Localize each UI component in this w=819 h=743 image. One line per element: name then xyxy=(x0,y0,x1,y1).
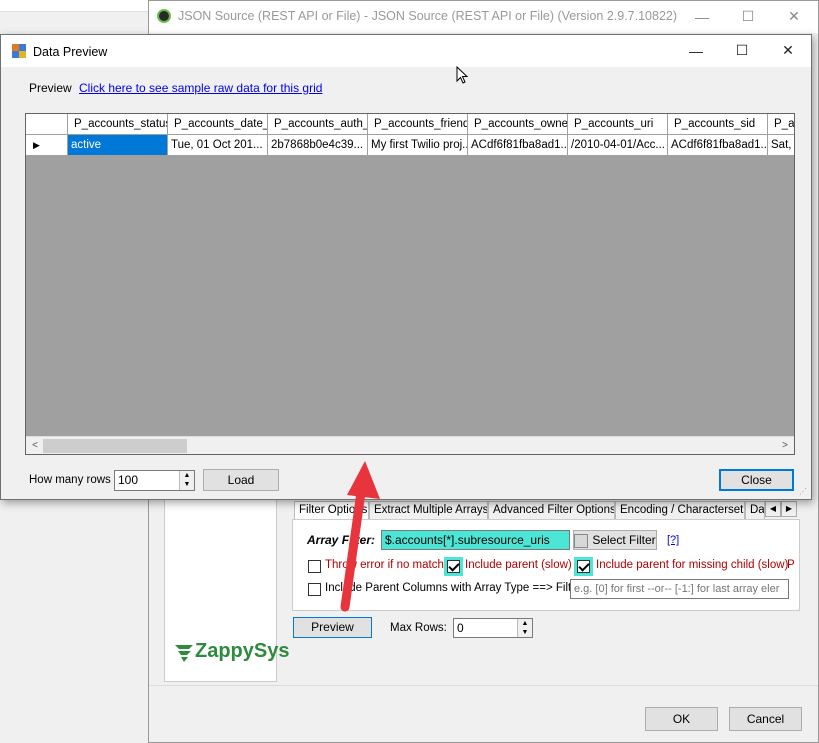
grid-cell[interactable]: Sat, xyxy=(768,135,794,156)
include-parent-label: Include parent (slow) xyxy=(465,559,572,571)
select-filter-icon xyxy=(574,533,589,548)
preview-button[interactable]: Preview xyxy=(293,617,372,638)
bg-minimize-button[interactable]: — xyxy=(679,2,725,31)
include-parent-columns-checkbox[interactable] xyxy=(308,583,321,596)
grid-cell[interactable]: ACdf6f81fba8ad1... xyxy=(668,135,768,156)
zappysys-logo-text: ZappySys xyxy=(195,640,290,662)
data-preview-dialog: Data Preview — ☐ ✕ Preview Click here to… xyxy=(0,34,812,500)
include-parent-checkbox[interactable] xyxy=(447,560,460,573)
mouse-cursor-icon xyxy=(456,66,469,84)
load-button[interactable]: Load xyxy=(203,469,279,491)
scrollbar-thumb[interactable] xyxy=(43,439,187,453)
select-filter-button[interactable]: Select Filter xyxy=(573,530,657,550)
include-parent-missing-checkbox[interactable] xyxy=(577,560,590,573)
zappysys-logo: ZappySys xyxy=(173,639,289,669)
scroll-left-arrow-icon[interactable]: < xyxy=(28,438,42,454)
array-filter-input[interactable]: $.accounts[*].subresource_uris xyxy=(381,530,570,550)
truncated-p-label: P xyxy=(787,559,795,571)
tab-encoding-characterset[interactable]: Encoding / Characterset xyxy=(615,501,745,519)
tab-scroll-left-button[interactable]: ◀ xyxy=(765,501,781,517)
grid-column-header[interactable]: P_accounts_auth_t xyxy=(268,114,368,135)
preview-label: Preview xyxy=(29,81,72,95)
grid-column-header[interactable]: P_accounts_friendl xyxy=(368,114,468,135)
dialog-minimize-button[interactable]: — xyxy=(673,36,719,65)
grid-column-header[interactable]: P_accounts_owner xyxy=(468,114,568,135)
throw-error-checkbox[interactable] xyxy=(308,560,321,573)
dialog-maximize-button[interactable]: ☐ xyxy=(719,36,765,65)
grid-corner-header xyxy=(26,114,68,135)
grid-column-header[interactable]: P_accounts_sid xyxy=(668,114,768,135)
dialog-app-icon xyxy=(12,44,26,58)
ok-button[interactable]: OK xyxy=(645,707,718,731)
data-grid[interactable]: P_accounts_status P_accounts_date_c P_ac… xyxy=(25,113,795,455)
how-many-rows-label: How many rows xyxy=(29,474,111,486)
grid-horizontal-scrollbar[interactable]: < > xyxy=(26,436,794,454)
close-button[interactable]: Close xyxy=(719,469,794,491)
dialog-close-button[interactable]: ✕ xyxy=(765,36,811,65)
grid-column-header[interactable]: P_accounts_uri xyxy=(568,114,668,135)
max-rows-spinner[interactable]: ▲ ▼ xyxy=(517,619,532,637)
json-source-title: JSON Source (REST API or File) - JSON So… xyxy=(178,9,678,23)
grid-cell[interactable]: 2b7868b0e4c39... xyxy=(268,135,368,156)
grid-cell[interactable]: /2010-04-01/Acc... xyxy=(568,135,668,156)
json-source-app-icon xyxy=(157,9,171,23)
array-type-filter-input[interactable] xyxy=(570,579,789,599)
row-indicator[interactable]: ▶ xyxy=(26,135,68,156)
grid-cell[interactable]: ACdf6f81fba8ad1... xyxy=(468,135,568,156)
how-many-rows-spinner[interactable]: ▲ ▼ xyxy=(179,471,194,490)
tab-da[interactable]: Da xyxy=(745,501,765,519)
grid-cell-selected[interactable]: active xyxy=(68,135,168,156)
grid-column-header[interactable]: P_accounts_date_c xyxy=(168,114,268,135)
bg-maximize-button[interactable]: ☐ xyxy=(725,2,771,31)
grid-cell[interactable]: Tue, 01 Oct 201... xyxy=(168,135,268,156)
background-app-toolbar xyxy=(0,0,150,12)
tab-extract-multiple-arrays[interactable]: Extract Multiple Arrays xyxy=(369,501,488,519)
include-parent-missing-label: Include parent for missing child (slow) xyxy=(596,559,789,571)
annotation-arrow-icon xyxy=(340,461,380,612)
cancel-button[interactable]: Cancel xyxy=(729,707,802,731)
grid-column-header[interactable]: P_a xyxy=(768,114,794,135)
raw-data-link[interactable]: Click here to see sample raw data for th… xyxy=(79,81,322,95)
zappysys-logo-icon xyxy=(175,645,193,662)
help-link[interactable]: [?] xyxy=(667,534,679,546)
tab-advanced-filter-options[interactable]: Advanced Filter Options xyxy=(488,501,615,519)
select-filter-label: Select Filter xyxy=(592,533,656,547)
max-rows-label: Max Rows: xyxy=(390,622,447,634)
dialog-title: Data Preview xyxy=(33,45,108,59)
bg-close-button[interactable]: ✕ xyxy=(771,2,817,31)
grid-column-header[interactable]: P_accounts_status xyxy=(68,114,168,135)
tab-scroll-right-button[interactable]: ▶ xyxy=(781,501,797,517)
grid-cell[interactable]: My first Twilio proj... xyxy=(368,135,468,156)
scroll-right-arrow-icon[interactable]: > xyxy=(778,438,792,454)
resize-grip-icon[interactable]: ⋰ xyxy=(799,487,809,497)
